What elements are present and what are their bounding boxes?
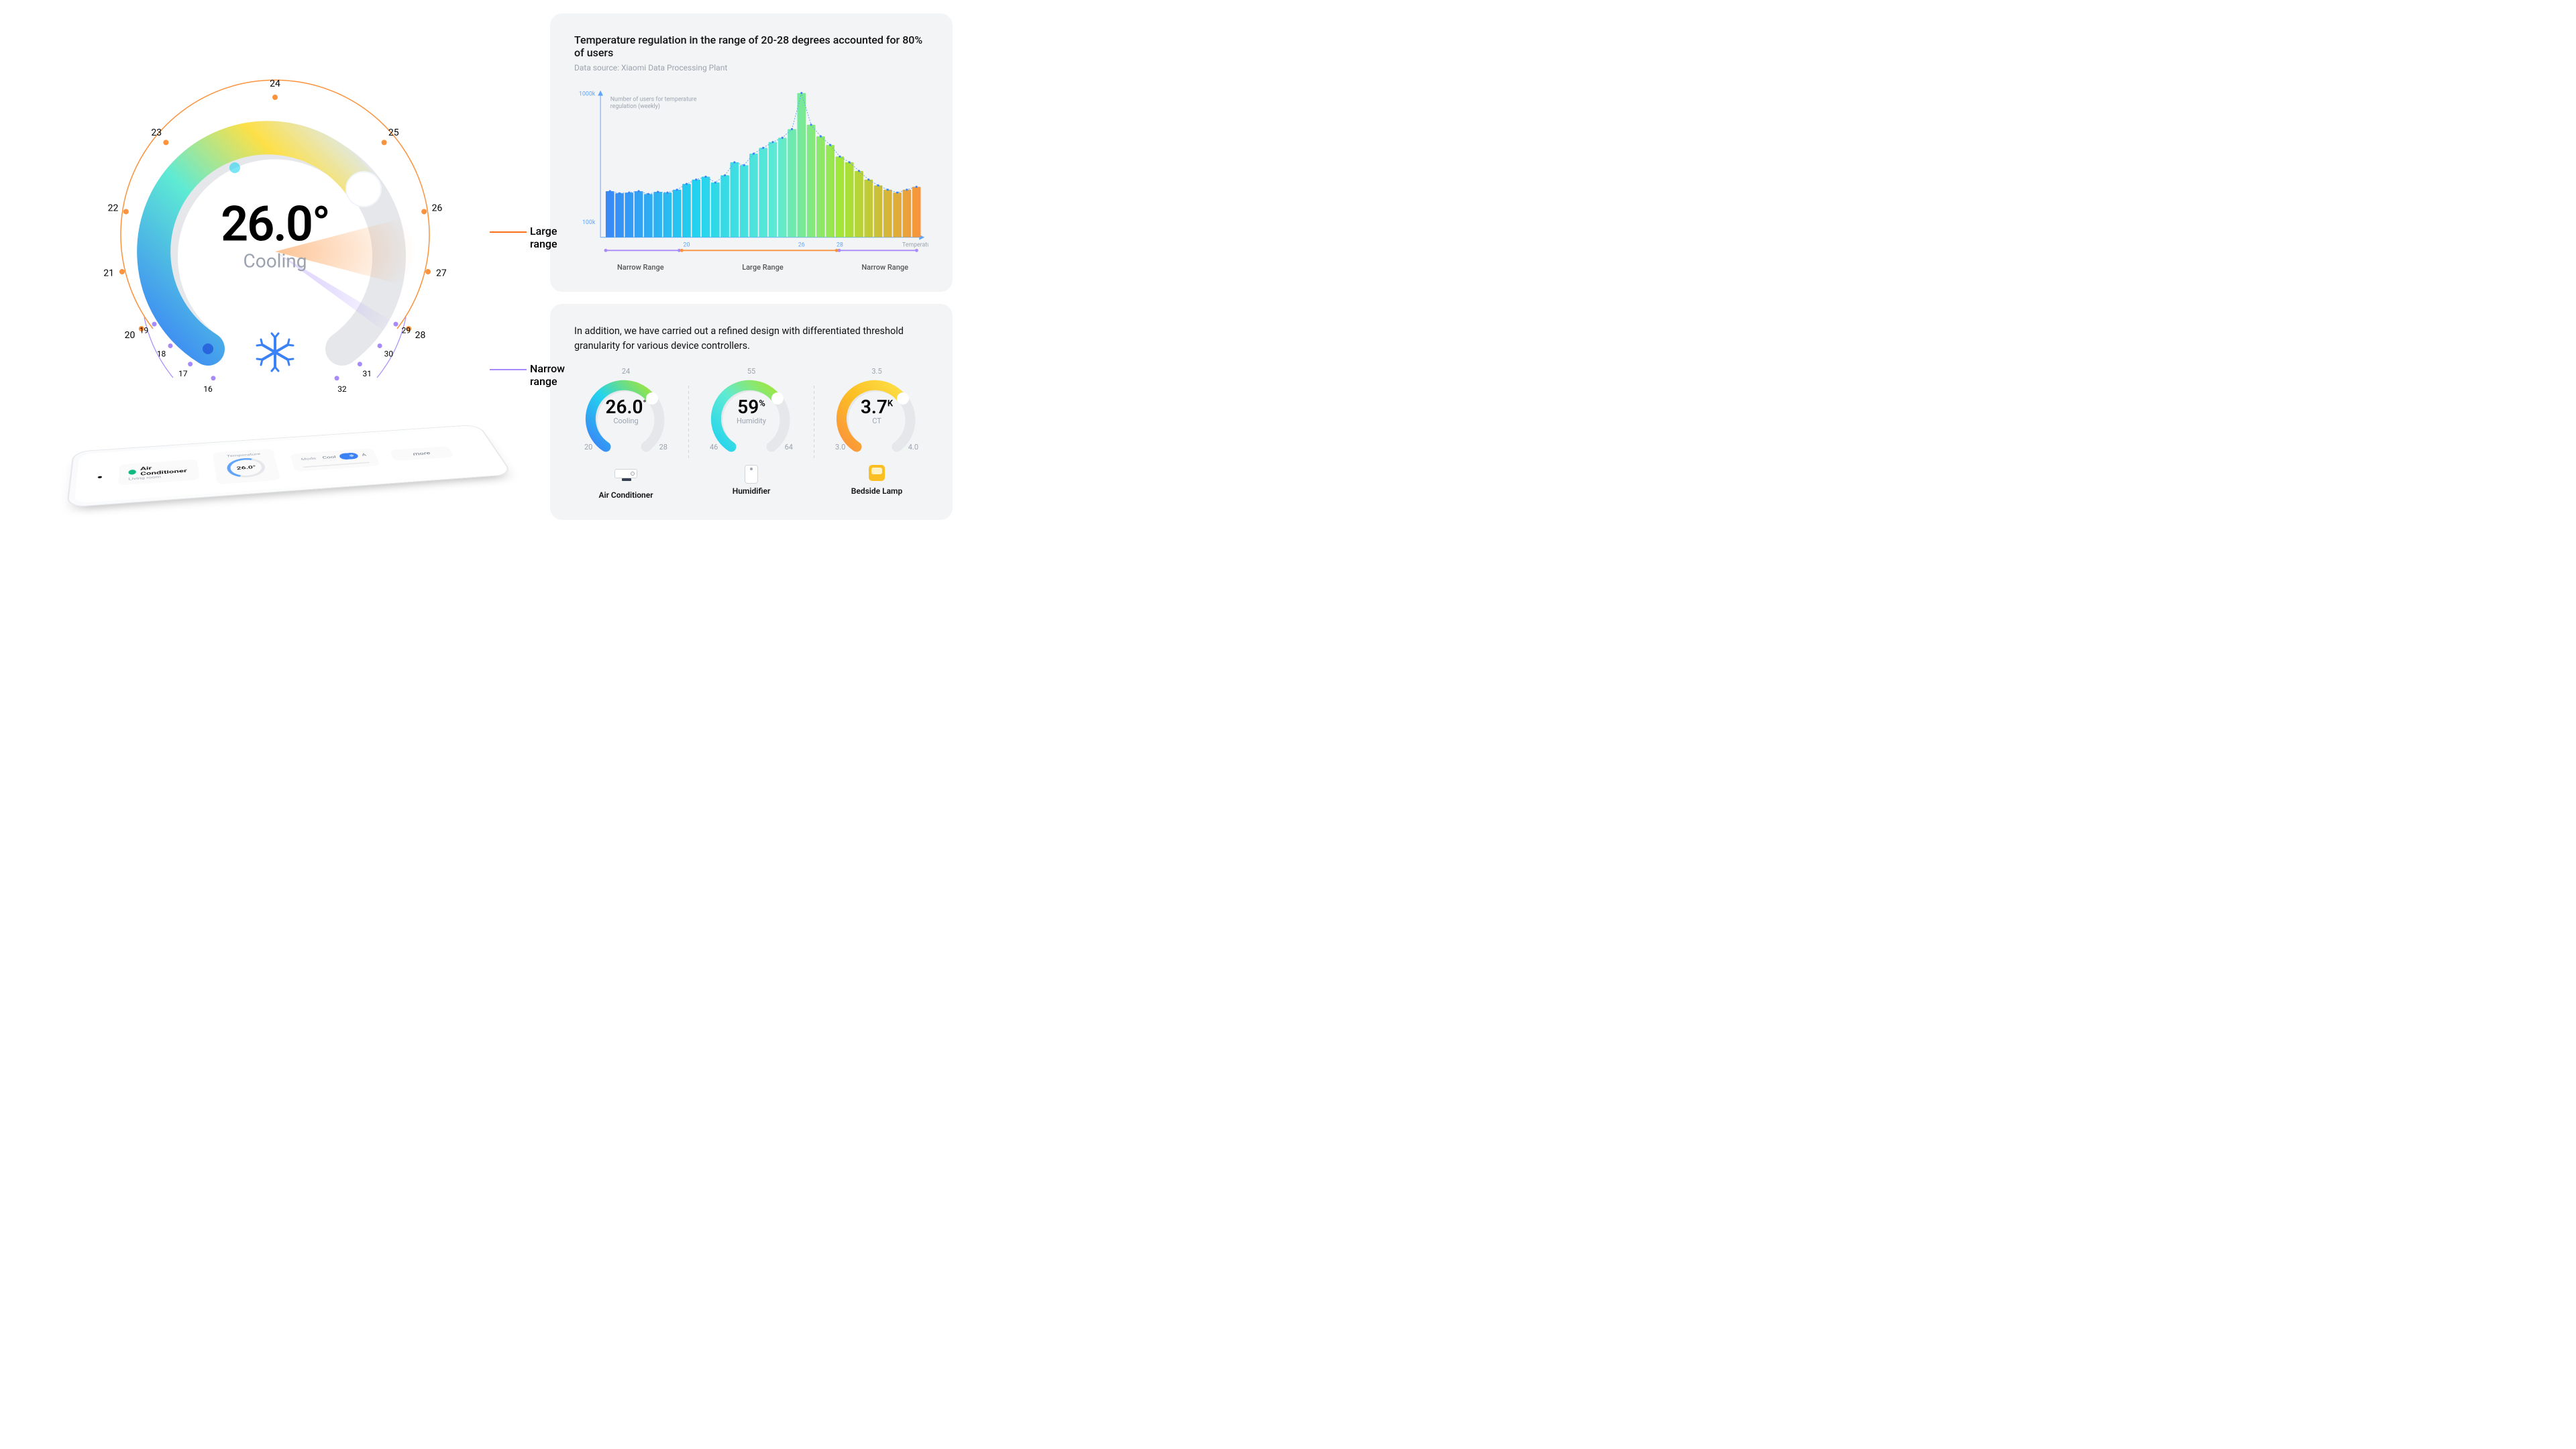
range-label-narrow-right: Narrow Range bbox=[861, 263, 908, 272]
svg-text:25: 25 bbox=[388, 127, 399, 138]
phone-dial-value: 26.0° bbox=[236, 464, 256, 470]
svg-text:31: 31 bbox=[362, 369, 372, 378]
svg-text:30: 30 bbox=[384, 350, 394, 359]
range-label-narrow-left: Narrow Range bbox=[617, 263, 664, 272]
svg-text:18: 18 bbox=[157, 350, 166, 359]
lamp-icon bbox=[865, 465, 888, 482]
devices-panel: In addition, we have carried out a refin… bbox=[550, 304, 953, 520]
mini-dial-humidifier: 59%Humidity 46 55 64 Humidifier bbox=[700, 370, 803, 500]
svg-text:22: 22 bbox=[108, 203, 119, 213]
dial-temperature-value: 26.0° bbox=[221, 196, 329, 253]
ac-icon bbox=[614, 469, 637, 486]
svg-text:26: 26 bbox=[432, 203, 443, 213]
range-label-large: Large Range bbox=[742, 263, 784, 272]
snowflake-icon[interactable]: ❄ bbox=[339, 452, 360, 460]
svg-text:29: 29 bbox=[402, 325, 411, 335]
svg-text:21: 21 bbox=[103, 268, 114, 279]
svg-text:20: 20 bbox=[684, 241, 690, 248]
y-tick-1000k: 1000k bbox=[579, 91, 596, 98]
mini-dial-label: Air Conditioner bbox=[574, 490, 678, 500]
temperature-bar-chart: 1000k 100k Number of users for temperatu… bbox=[574, 85, 928, 259]
chart-title: Temperature regulation in the range of 2… bbox=[574, 34, 928, 59]
humidifier-icon bbox=[740, 465, 763, 482]
dial-mode-label: Cooling bbox=[221, 250, 329, 272]
mini-dial-lamp: 3.7KCT 3.0 3.5 4.0 Bedside Lamp bbox=[825, 370, 928, 500]
annotation-narrow-range: Narrow range bbox=[530, 362, 565, 388]
mini-dial-label: Humidifier bbox=[700, 486, 803, 496]
main-temperature-dial: 20 21 22 23 24 25 26 27 28 16 17 18 19 29 30 31 32 bbox=[101, 67, 449, 416]
phone-mode-a: A bbox=[361, 453, 367, 457]
phone-mockup: Air Conditioner Living room Temperature … bbox=[66, 425, 513, 508]
svg-text:28: 28 bbox=[837, 241, 843, 248]
chart-subtitle: Data source: Xiaomi Data Processing Plan… bbox=[574, 63, 928, 72]
y-tick-100k: 100k bbox=[582, 219, 596, 226]
chart-panel: Temperature regulation in the range of 2… bbox=[550, 13, 953, 292]
svg-text:24: 24 bbox=[270, 78, 280, 89]
svg-text:26: 26 bbox=[798, 241, 805, 248]
svg-text:23: 23 bbox=[151, 127, 162, 138]
phone-mode-label: Mode bbox=[301, 457, 317, 461]
svg-text:32: 32 bbox=[337, 384, 347, 394]
phone-more: more bbox=[412, 451, 431, 457]
svg-text:20: 20 bbox=[125, 330, 136, 341]
svg-text:28: 28 bbox=[415, 330, 426, 341]
devices-panel-text: In addition, we have carried out a refin… bbox=[574, 324, 928, 354]
phone-mode-cool: Cool bbox=[322, 455, 337, 460]
chart-xlabel: Temperature °C bbox=[902, 241, 928, 248]
mini-dial-ac: 26.0°Cooling 20 24 28 Air Conditioner bbox=[574, 370, 678, 500]
mini-dial-label: Bedside Lamp bbox=[825, 486, 928, 496]
svg-text:19: 19 bbox=[140, 325, 149, 335]
svg-text:27: 27 bbox=[436, 268, 447, 279]
svg-text:16: 16 bbox=[203, 384, 213, 394]
annotation-large-range: Large range bbox=[530, 225, 557, 250]
svg-text:17: 17 bbox=[178, 369, 188, 378]
